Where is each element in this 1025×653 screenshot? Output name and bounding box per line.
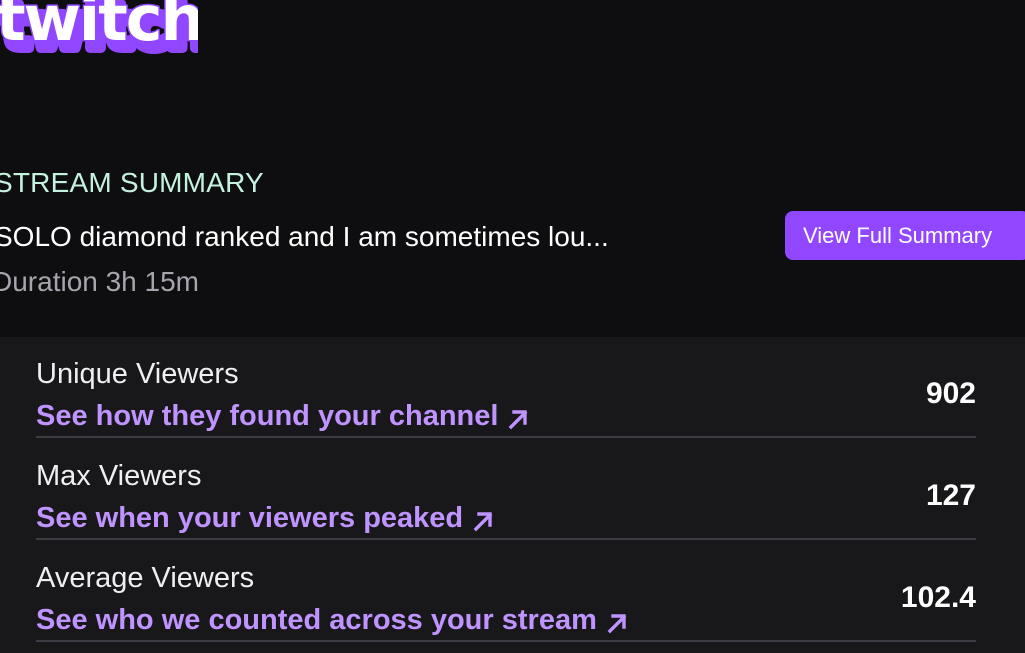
average-viewers-link[interactable]: See who we counted across your stream [36,604,629,637]
unique-viewers-link-text: See how they found your channel [36,400,499,432]
stream-summary-heading: STREAM SUMMARY [0,167,264,198]
stat-row-unique-viewers: Unique Viewers See how they found your c… [36,337,976,438]
stat-row-max-viewers: Max Viewers See when your viewers peaked… [36,439,976,540]
max-viewers-label: Max Viewers [36,460,202,492]
average-viewers-label: Average Viewers [36,562,255,594]
max-viewers-value: 127 [925,479,976,512]
max-viewers-link[interactable]: See when your viewers peaked [36,502,495,535]
stats-panel: Unique Viewers See how they found your c… [0,337,1025,653]
stream-duration: Duration 3h 15m [0,266,200,297]
arrow-up-right-icon [607,613,627,633]
unique-viewers-label: Unique Viewers [36,358,239,390]
max-viewers-link-text: See when your viewers peaked [36,502,464,534]
unique-viewers-value: 902 [925,377,976,410]
average-viewers-value: 102.4 [900,581,976,614]
arrow-up-right-icon [509,409,528,429]
twitch-logo: twitch twitch [0,0,198,68]
arrow-up-right-icon [473,511,493,531]
average-viewers-link-text: See who we counted across your stream [36,604,597,636]
svg-text:twitch: twitch [0,0,198,55]
unique-viewers-link[interactable]: See how they found your channel [36,400,530,433]
view-full-summary-button[interactable]: View Full Summary [785,211,1025,260]
stat-row-average-viewers: Average Viewers See who we counted acros… [36,541,976,642]
stream-title: SOLO diamond ranked and I am sometimes l… [0,221,609,252]
